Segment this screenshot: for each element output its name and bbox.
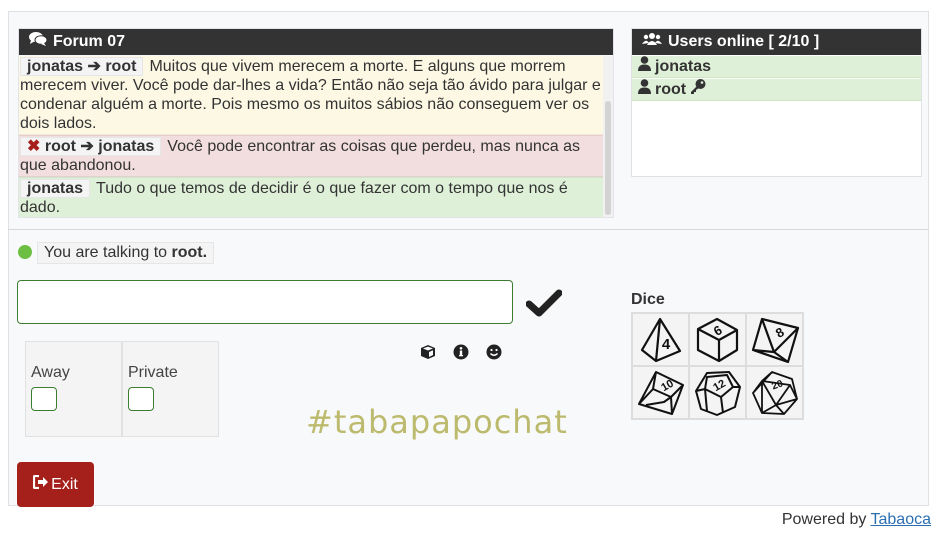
svg-text:4: 4 bbox=[661, 336, 670, 353]
d10-icon: 10 bbox=[637, 370, 684, 415]
users-icon bbox=[642, 29, 662, 55]
divider bbox=[8, 229, 929, 230]
private-option: Private bbox=[122, 341, 219, 437]
message-sender-tag[interactable]: jonatas bbox=[20, 179, 91, 198]
private-label: Private bbox=[128, 364, 178, 381]
user-icon bbox=[638, 79, 651, 100]
away-option: Away bbox=[25, 341, 122, 437]
message-list: jonatas ➔ root Muitos que vivem merecem a… bbox=[19, 56, 603, 217]
arrow-right-icon: ➔ bbox=[80, 138, 94, 155]
d6-button[interactable]: 6 bbox=[689, 313, 746, 366]
users-title: Users online [ 2/10 ] bbox=[668, 33, 820, 50]
info-icon[interactable] bbox=[453, 344, 469, 360]
users-header: Users online [ 2/10 ] bbox=[632, 29, 921, 55]
away-label: Away bbox=[31, 364, 70, 381]
message-item: jonatas ➔ root Muitos que vivem merecem a… bbox=[19, 56, 603, 135]
talking-to-label: You are talking to root. bbox=[37, 242, 215, 264]
user-name: jonatas bbox=[655, 58, 712, 75]
delete-icon[interactable]: ✖ bbox=[27, 138, 40, 155]
private-checkbox[interactable] bbox=[128, 387, 154, 411]
d20-icon: 20 bbox=[751, 370, 798, 415]
dice-title: Dice bbox=[631, 291, 665, 308]
message-item: ✖ root ➔ jonatas Você pode encontrar as c… bbox=[19, 135, 603, 177]
user-name: root bbox=[655, 81, 687, 98]
svg-text:20: 20 bbox=[770, 378, 785, 392]
footer: Powered by Tabaoca bbox=[781, 511, 932, 528]
message-item: jonatas Tudo o que temos de decidir é o q… bbox=[19, 177, 603, 217]
cube-icon[interactable] bbox=[420, 344, 436, 360]
arrow-right-icon: ➔ bbox=[87, 58, 101, 75]
online-status-icon bbox=[18, 245, 32, 259]
message-sender-tag[interactable]: jonatas ➔ root bbox=[20, 57, 144, 76]
d4-button[interactable]: 4 bbox=[632, 313, 689, 366]
user-item[interactable]: root bbox=[632, 79, 921, 101]
d8-button[interactable]: 8 bbox=[746, 313, 803, 366]
d4-icon: 4 bbox=[640, 317, 681, 362]
talking-to-target: root. bbox=[171, 244, 208, 261]
svg-text:12: 12 bbox=[711, 377, 728, 394]
d10-button[interactable]: 10 bbox=[632, 366, 689, 419]
exit-button[interactable]: Exit bbox=[17, 462, 94, 507]
forum-panel: Forum 07 jonatas ➔ root Muitos que vivem … bbox=[18, 28, 614, 218]
d8-icon: 8 bbox=[751, 317, 799, 363]
svg-text:8: 8 bbox=[772, 324, 786, 341]
sign-out-icon bbox=[33, 474, 49, 494]
forum-title: Forum 07 bbox=[53, 33, 126, 50]
d6-icon: 6 bbox=[696, 317, 738, 362]
message-sender-tag[interactable]: ✖ root ➔ jonatas bbox=[20, 137, 162, 156]
smile-icon[interactable] bbox=[486, 344, 502, 360]
away-checkbox[interactable] bbox=[31, 387, 57, 411]
brand-hashtag: #tabapapochat bbox=[306, 403, 568, 441]
d20-button[interactable]: 20 bbox=[746, 366, 803, 419]
tabaoca-link[interactable]: Tabaoca bbox=[871, 511, 932, 528]
d12-icon: 12 bbox=[694, 370, 741, 416]
exit-label: Exit bbox=[51, 475, 78, 493]
users-online-panel: Users online [ 2/10 ] jonatas root bbox=[631, 28, 922, 177]
check-icon bbox=[525, 289, 563, 317]
forum-header: Forum 07 bbox=[19, 29, 613, 55]
comments-icon bbox=[29, 29, 48, 55]
scrollbar-thumb[interactable] bbox=[605, 101, 611, 215]
user-item[interactable]: jonatas bbox=[632, 56, 921, 78]
dice-grid: 4 6 8 10 12 20 bbox=[631, 312, 804, 420]
message-tools bbox=[420, 344, 502, 360]
d12-button[interactable]: 12 bbox=[689, 366, 746, 419]
key-icon bbox=[690, 79, 706, 100]
message-text: Tudo o que temos de decidir é o que faze… bbox=[20, 180, 568, 216]
message-input[interactable] bbox=[17, 280, 513, 324]
send-button[interactable] bbox=[525, 287, 564, 321]
user-icon bbox=[638, 56, 651, 77]
